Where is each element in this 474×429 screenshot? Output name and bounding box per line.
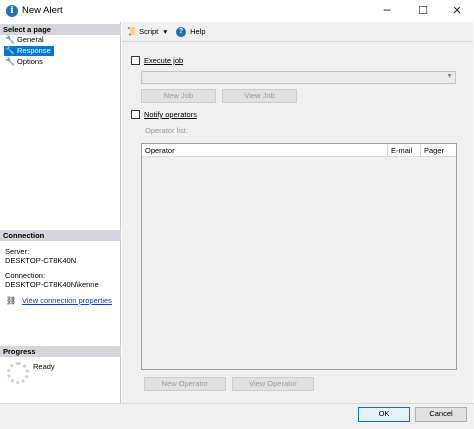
page-item-label: Response — [17, 46, 51, 55]
title-bar: i New Alert ─ ☐ ✕ — [0, 0, 474, 22]
column-pager[interactable]: Pager — [421, 144, 456, 157]
help-icon: ? — [176, 27, 186, 37]
help-button[interactable]: ? Help — [176, 27, 206, 37]
page-item-general[interactable]: 🔧 General — [4, 35, 47, 45]
wrench-icon: 🔧 — [5, 57, 15, 66]
job-select[interactable]: ▼ — [141, 71, 456, 84]
script-icon: 📜 — [127, 27, 137, 36]
column-operator[interactable]: Operator — [142, 144, 388, 157]
ok-button[interactable]: OK — [358, 407, 410, 422]
page-item-response[interactable]: 🔧 Response — [4, 46, 54, 56]
notify-operators-label[interactable]: Notify operators — [144, 110, 197, 120]
left-pane: Select a page 🔧 General 🔧 Response 🔧 Opt… — [0, 22, 121, 403]
script-button[interactable]: 📜 Script ▾ — [127, 27, 167, 37]
operator-list-label: Operator list: — [145, 126, 188, 135]
page-item-options[interactable]: 🔧 Options — [4, 57, 46, 67]
help-label: Help — [190, 27, 206, 36]
close-button[interactable]: ✕ — [440, 0, 474, 22]
connection-header: Connection — [0, 230, 121, 241]
column-email[interactable]: E-mail — [388, 144, 421, 157]
view-operator-button[interactable]: View Operator — [232, 377, 314, 391]
execute-job-checkbox[interactable] — [131, 56, 140, 65]
connection-value: DESKTOP-CT8K40N\kenne — [5, 280, 99, 289]
operator-list-grid[interactable]: Operator E-mail Pager — [141, 143, 457, 370]
view-connection-properties-link[interactable]: View connection properties — [22, 296, 112, 306]
execute-job-label[interactable]: Execute job — [144, 56, 183, 66]
chevron-down-icon: ▾ — [163, 27, 168, 36]
page-item-label: Options — [17, 57, 43, 66]
view-job-button[interactable]: View Job — [222, 89, 297, 103]
chevron-down-icon: ▼ — [446, 73, 453, 80]
maximize-button[interactable]: ☐ — [406, 0, 440, 22]
page-item-label: General — [17, 35, 44, 44]
connection-properties-icon: ⛓ — [6, 296, 17, 305]
notify-operators-checkbox[interactable] — [131, 110, 140, 119]
operator-list-header: Operator E-mail Pager — [142, 144, 456, 157]
new-job-button[interactable]: New Job — [141, 89, 216, 103]
wrench-icon: 🔧 — [5, 46, 15, 55]
window-title: New Alert — [22, 5, 63, 16]
wrench-icon: 🔧 — [5, 35, 15, 44]
server-value: DESKTOP-CT8K40N — [5, 256, 77, 265]
select-page-header: Select a page — [0, 24, 121, 35]
cancel-button[interactable]: Cancel — [415, 407, 467, 422]
minimize-button[interactable]: ─ — [370, 0, 404, 22]
progress-header: Progress — [0, 346, 121, 357]
new-operator-button[interactable]: New Operator — [144, 377, 226, 391]
toolbar: 📜 Script ▾ ? Help — [122, 22, 473, 42]
progress-status: Ready — [33, 362, 55, 371]
info-icon: i — [6, 5, 18, 17]
progress-spinner-icon — [7, 362, 29, 384]
script-label: Script — [139, 27, 159, 36]
